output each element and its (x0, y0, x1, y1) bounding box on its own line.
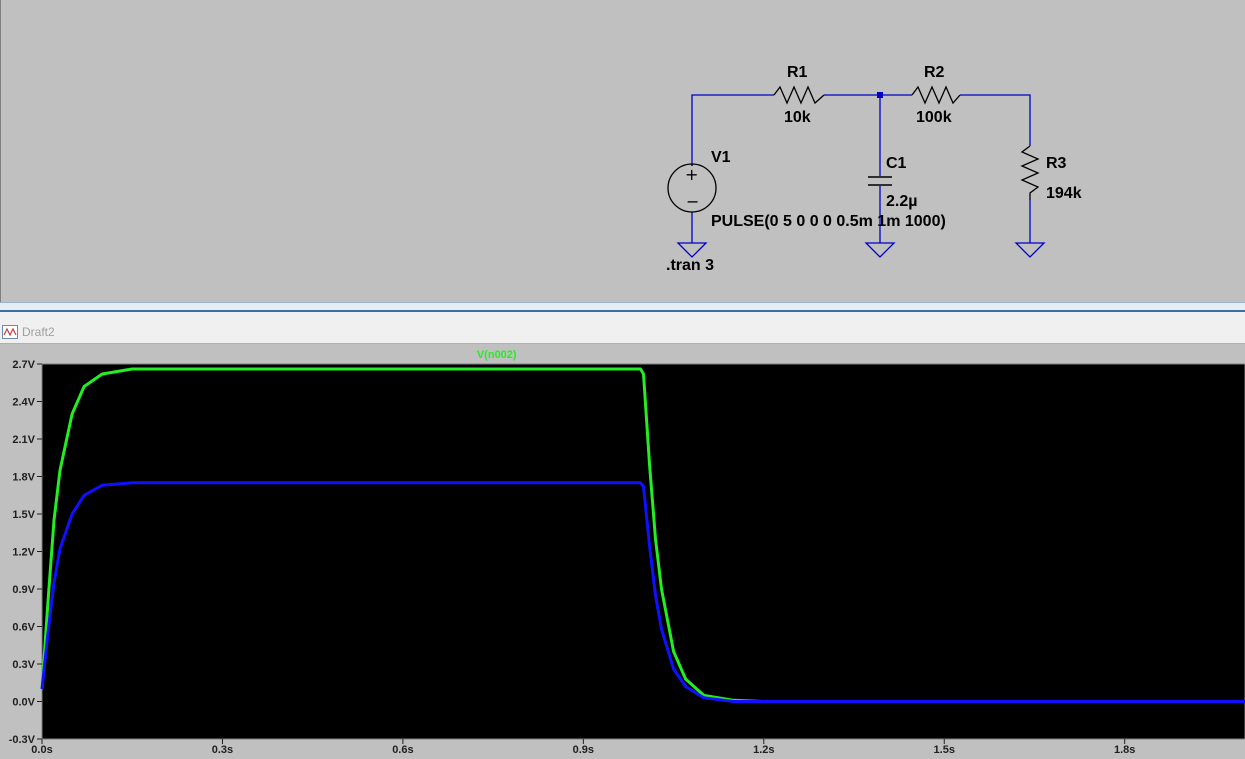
resistor-r3[interactable]: R3 194k (1020, 145, 1082, 202)
y-tick-label: 0.0V (12, 697, 35, 709)
y-axis: 2.7V 2.4V 2.1V 1.8V 1.5V 1.2V 0.9V 0.6V 0.3V 0.0V… (9, 359, 42, 746)
resistor-r2[interactable]: R2 100k (911, 64, 961, 126)
y-tick-label: 0.3V (12, 659, 35, 671)
v1-value: PULSE(0 5 0 0 0 0.5m 1m 1000) (711, 213, 946, 230)
x-tick-label: 1.2s (753, 744, 774, 756)
x-tick-label: 0.6s (392, 744, 413, 756)
v1-name: V1 (711, 149, 731, 166)
plot-background[interactable] (41, 363, 1245, 740)
x-tick-label: 0.0s (31, 744, 52, 756)
r1-name: R1 (787, 64, 808, 81)
r2-value: 100k (916, 109, 952, 126)
schematic-canvas[interactable]: R1 10k R2 100k R3 194k C1 2.2µ + − V1 PU… (1, 0, 1245, 302)
r3-value: 194k (1046, 185, 1082, 202)
tran-directive[interactable]: .tran 3 (666, 257, 714, 274)
y-tick-label: 2.1V (12, 434, 35, 446)
waveform-plot[interactable]: 2.7V 2.4V 2.1V 1.8V 1.5V 1.2V 0.9V 0.6V 0.3V 0.0V… (0, 344, 1245, 759)
resistor-r1[interactable]: R1 10k (773, 64, 825, 126)
window-splitter[interactable] (0, 302, 1245, 312)
plus-sign-icon: + (685, 165, 698, 184)
plot-window-title: Draft2 (22, 325, 55, 339)
capacitor-c1[interactable]: C1 2.2µ (868, 155, 917, 210)
junction-dot (877, 92, 883, 98)
x-tick-label: 1.5s (934, 744, 955, 756)
ground-icon (676, 242, 708, 258)
x-tick-label: 1.8s (1114, 744, 1135, 756)
c1-value: 2.2µ (886, 193, 917, 210)
y-tick-label: 2.4V (12, 397, 35, 409)
x-tick-label: 0.9s (573, 744, 594, 756)
y-tick-label: 2.7V (12, 359, 35, 371)
trace-legend[interactable]: V(n002) (477, 349, 517, 361)
r1-value: 10k (784, 109, 811, 126)
y-tick-label: 0.9V (12, 584, 35, 596)
y-tick-label: 1.5V (12, 509, 35, 521)
x-tick-label: 0.3s (212, 744, 233, 756)
ground-icon (1014, 242, 1046, 258)
r2-name: R2 (924, 64, 945, 81)
waveform-icon (2, 325, 18, 339)
waveform-chart[interactable]: 2.7V 2.4V 2.1V 1.8V 1.5V 1.2V 0.9V 0.6V 0.3V 0.0V… (0, 344, 1245, 759)
schematic-editor[interactable]: R1 10k R2 100k R3 194k C1 2.2µ + − V1 PU… (0, 0, 1245, 302)
y-tick-label: 1.2V (12, 547, 35, 559)
y-tick-label: 0.6V (12, 622, 35, 634)
minus-sign-icon: − (686, 192, 699, 211)
c1-name: C1 (886, 155, 907, 172)
plot-window-titlebar[interactable]: Draft2 (0, 312, 1245, 344)
plot-window-tab[interactable]: Draft2 (2, 322, 55, 342)
trace-label[interactable]: V(n002) (477, 349, 517, 361)
x-axis: 0.0s 0.3s 0.6s 0.9s 1.2s 1.5s 1.8s (31, 739, 1135, 756)
y-tick-label: 1.8V (12, 472, 35, 484)
r3-name: R3 (1046, 155, 1067, 172)
ground-icon (864, 242, 896, 258)
